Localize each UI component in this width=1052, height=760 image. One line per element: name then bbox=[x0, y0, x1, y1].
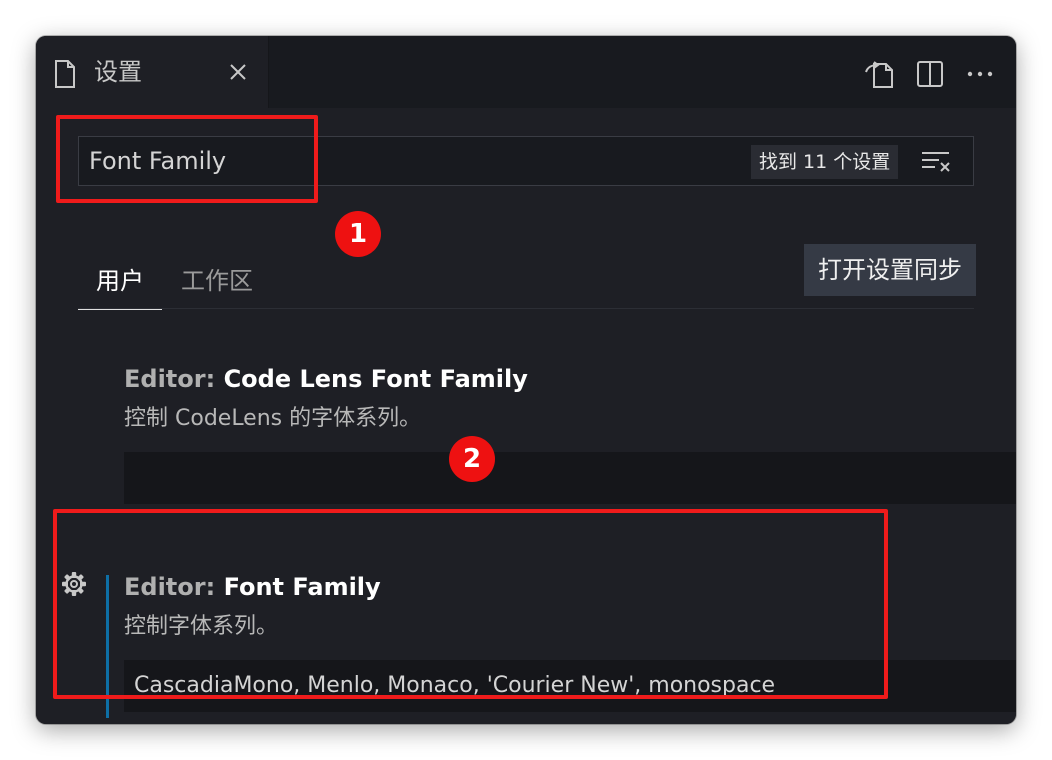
tab-title: 设置 bbox=[94, 58, 142, 86]
tab-user[interactable]: 用户 bbox=[78, 254, 162, 310]
annotation-number-2: 2 bbox=[449, 436, 495, 482]
clear-filter-icon[interactable] bbox=[921, 149, 951, 177]
tab-settings[interactable]: 设置 bbox=[36, 36, 269, 108]
setting-code-lens-font-family: Editor: Code Lens Font Family 控制 CodeLen… bbox=[124, 364, 1016, 504]
annotation-box-font-family bbox=[53, 509, 888, 699]
setting-description: 控制 CodeLens 的字体系列。 bbox=[124, 406, 422, 431]
close-icon[interactable] bbox=[228, 62, 248, 86]
setting-name: Code Lens Font Family bbox=[223, 365, 528, 393]
setting-title: Editor: Code Lens Font Family bbox=[124, 364, 1016, 394]
split-editor-icon[interactable] bbox=[916, 60, 944, 92]
turn-on-settings-sync-button[interactable]: 打开设置同步 bbox=[804, 244, 976, 296]
code-lens-font-family-input[interactable] bbox=[124, 452, 1016, 504]
open-settings-json-icon[interactable] bbox=[864, 60, 894, 92]
search-result-count: 找到 11 个设置 bbox=[751, 145, 899, 179]
file-icon bbox=[54, 60, 76, 92]
more-actions-icon[interactable] bbox=[966, 60, 994, 92]
tab-bar: 设置 bbox=[36, 36, 1016, 108]
annotation-box-search bbox=[56, 115, 318, 203]
tab-workspace[interactable]: 工作区 bbox=[170, 254, 264, 308]
divider bbox=[78, 308, 974, 309]
annotation-number-1: 1 bbox=[335, 211, 381, 257]
setting-category: Editor: bbox=[124, 365, 224, 393]
